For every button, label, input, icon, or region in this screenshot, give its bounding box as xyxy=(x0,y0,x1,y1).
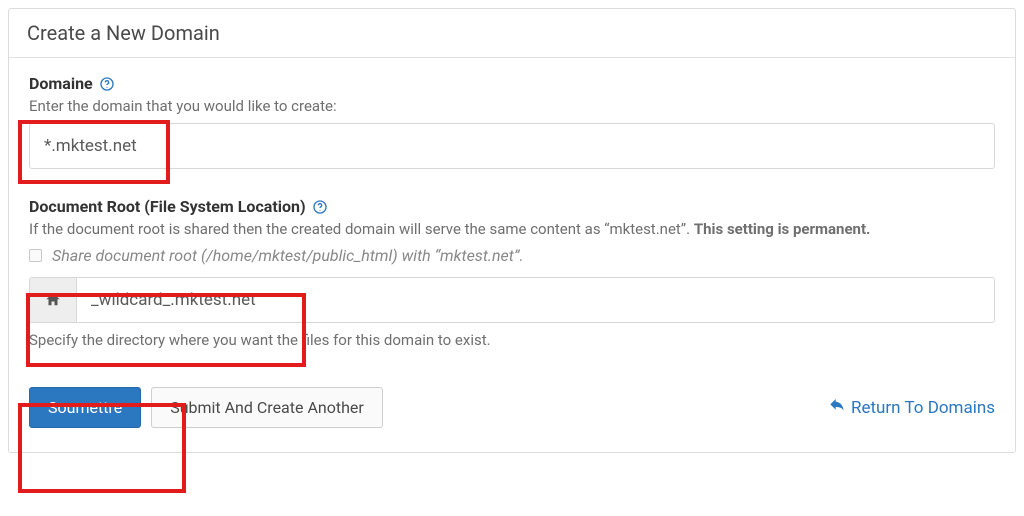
domain-help-text: Enter the domain that you would like to … xyxy=(29,97,995,115)
create-domain-panel: Create a New Domain Domaine Enter the do… xyxy=(8,8,1016,453)
docroot-label-row: Document Root (File System Location) xyxy=(29,197,995,216)
home-icon xyxy=(30,278,77,322)
share-docroot-row[interactable]: Share document root (/home/mktest/public… xyxy=(29,246,995,265)
domain-input[interactable] xyxy=(29,123,995,169)
help-circle-icon[interactable] xyxy=(312,199,328,215)
reply-arrow-icon xyxy=(829,397,845,418)
return-link-text: Return To Domains xyxy=(851,398,995,418)
button-row: Soumettre Submit And Create Another Retu… xyxy=(29,387,995,428)
docroot-help-text: If the document root is shared then the … xyxy=(29,220,995,238)
domain-label: Domaine xyxy=(29,74,93,93)
docroot-help-strong: This setting is permanent. xyxy=(694,220,871,238)
help-circle-icon[interactable] xyxy=(99,76,115,92)
docroot-below-help: Specify the directory where you want the… xyxy=(29,331,995,349)
share-docroot-checkbox[interactable] xyxy=(29,249,42,262)
panel-title: Create a New Domain xyxy=(9,9,1015,58)
domain-label-row: Domaine xyxy=(29,74,995,93)
docroot-label: Document Root (File System Location) xyxy=(29,197,306,216)
return-link[interactable]: Return To Domains xyxy=(829,397,995,418)
docroot-input[interactable] xyxy=(77,278,994,322)
docroot-input-group xyxy=(29,277,995,323)
submit-another-button[interactable]: Submit And Create Another xyxy=(151,387,383,428)
submit-button[interactable]: Soumettre xyxy=(29,387,141,428)
docroot-help-prefix: If the document root is shared then the … xyxy=(29,220,694,238)
share-docroot-label: Share document root (/home/mktest/public… xyxy=(52,246,524,265)
